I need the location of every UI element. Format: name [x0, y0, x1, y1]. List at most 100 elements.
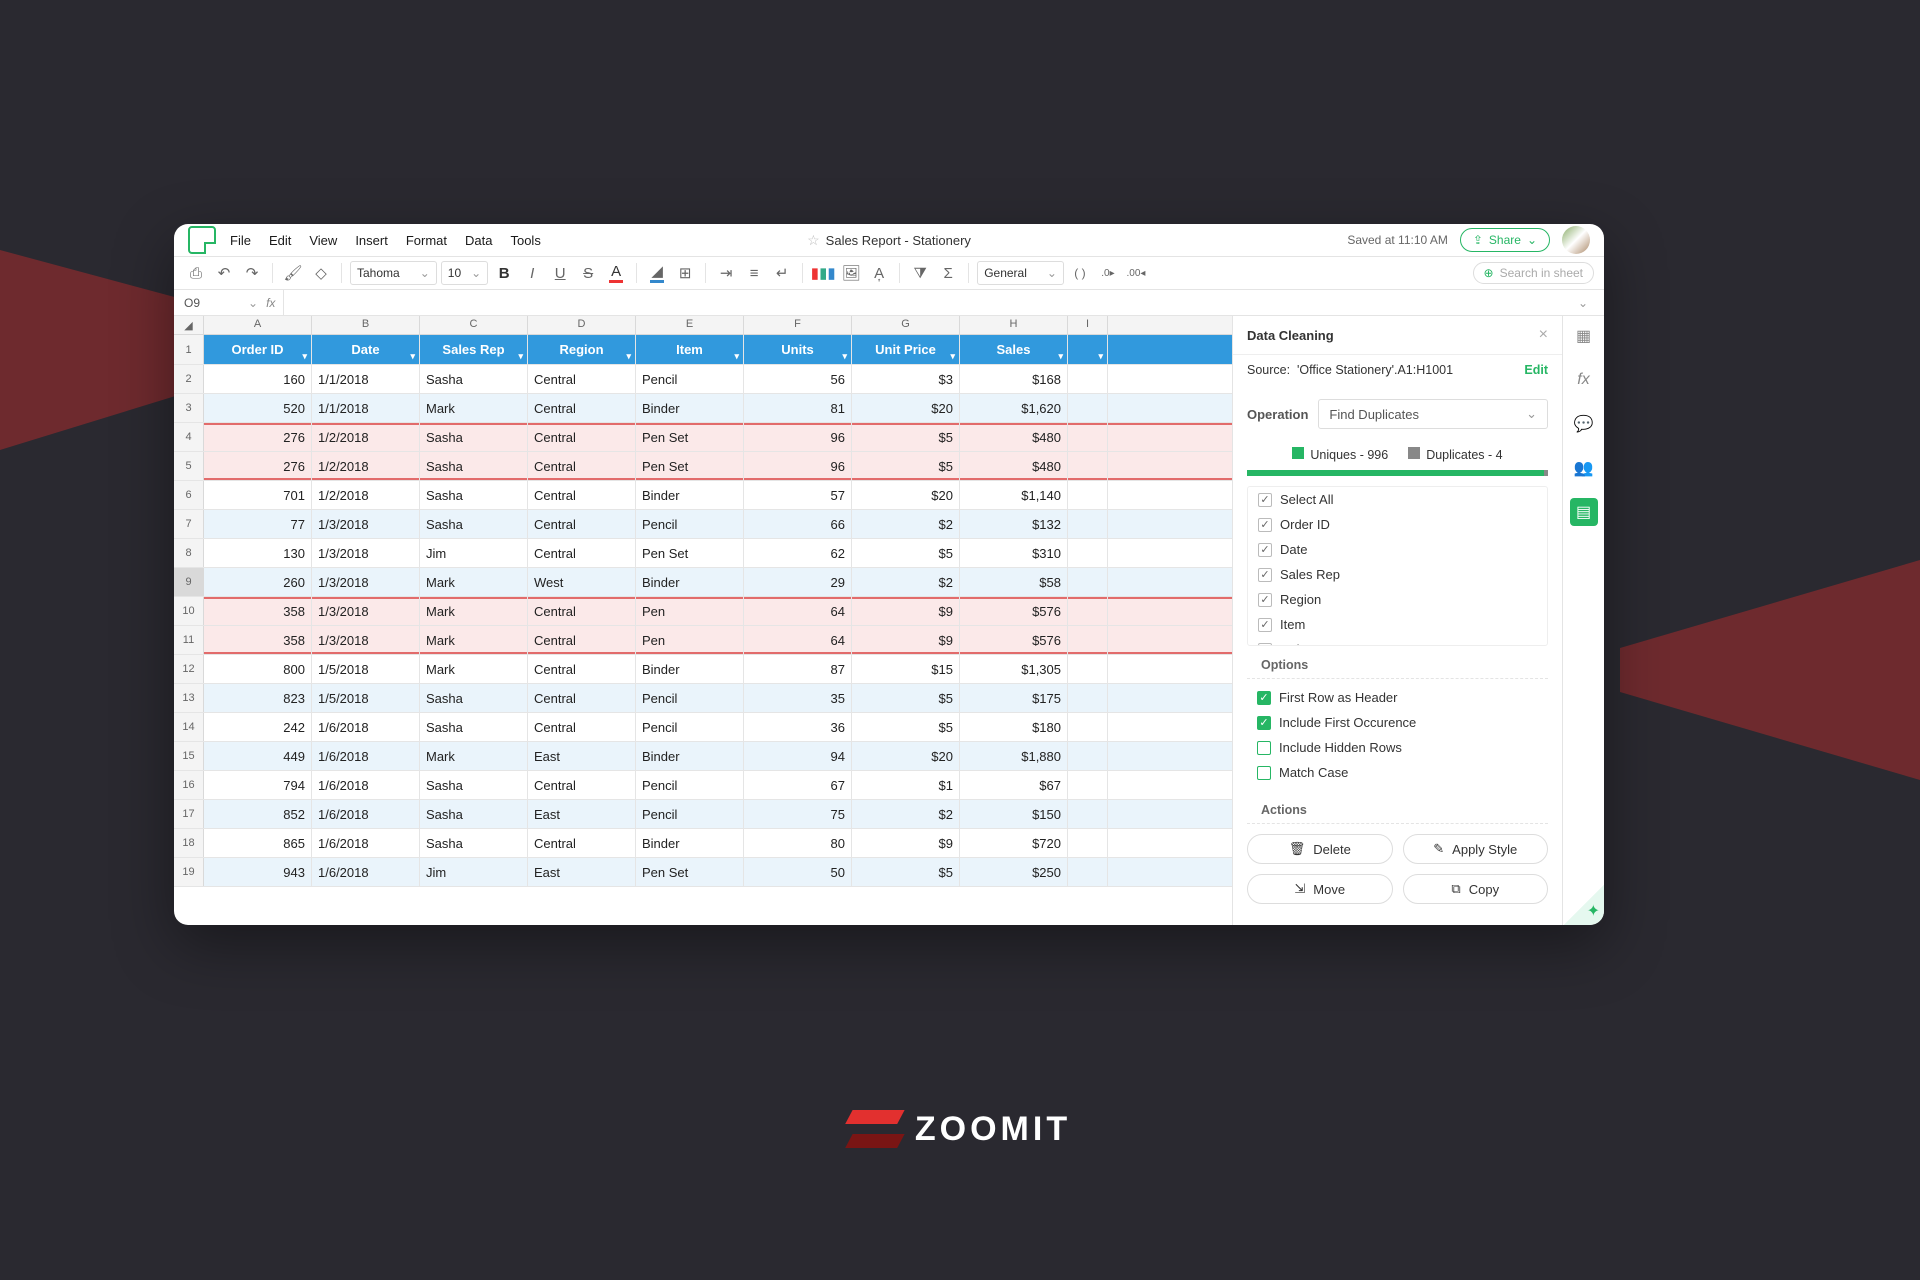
- menu-insert[interactable]: Insert: [355, 233, 388, 248]
- cell[interactable]: $58: [960, 568, 1068, 596]
- apply-style-button[interactable]: ✎Apply Style: [1403, 834, 1549, 864]
- cell[interactable]: 1/2/2018: [312, 452, 420, 480]
- align-icon[interactable]: ≡: [742, 261, 766, 285]
- cell[interactable]: 77: [204, 510, 312, 538]
- table-row[interactable]: 81301/3/2018JimCentralPen Set62$5$310: [174, 539, 1232, 568]
- borders-icon[interactable]: ⊞: [673, 261, 697, 285]
- share-button[interactable]: ⇪ Share ⌄: [1460, 228, 1550, 252]
- cell[interactable]: 96: [744, 423, 852, 451]
- cell[interactable]: 50: [744, 858, 852, 886]
- check-select-all[interactable]: Select All: [1248, 487, 1547, 512]
- cell[interactable]: $1: [852, 771, 960, 799]
- print-icon[interactable]: ⎙: [184, 261, 208, 285]
- rail-people-icon[interactable]: 👥: [1570, 454, 1598, 482]
- cell[interactable]: 1/3/2018: [312, 597, 420, 625]
- cell[interactable]: 276: [204, 452, 312, 480]
- filter-icon[interactable]: ⧩: [908, 261, 932, 285]
- rail-fx-icon[interactable]: fx: [1570, 366, 1598, 394]
- header-sales[interactable]: Sales: [960, 335, 1068, 364]
- cell[interactable]: 260: [204, 568, 312, 596]
- cell[interactable]: 358: [204, 597, 312, 625]
- rail-clean-icon[interactable]: ▤: [1570, 498, 1598, 526]
- cell[interactable]: Mark: [420, 568, 528, 596]
- cell[interactable]: 1/6/2018: [312, 742, 420, 770]
- cell[interactable]: Sasha: [420, 829, 528, 857]
- menu-data[interactable]: Data: [465, 233, 492, 248]
- cell[interactable]: 865: [204, 829, 312, 857]
- chevron-down-icon[interactable]: ⌄: [248, 296, 258, 310]
- move-button[interactable]: ⇲Move: [1247, 874, 1393, 904]
- app-logo-icon[interactable]: [188, 226, 216, 254]
- cell[interactable]: 81: [744, 394, 852, 422]
- cell[interactable]: 57: [744, 481, 852, 509]
- col-D[interactable]: D: [528, 316, 636, 334]
- rail-pivot-icon[interactable]: ▦: [1570, 322, 1598, 350]
- cell[interactable]: Pencil: [636, 771, 744, 799]
- cell[interactable]: Sasha: [420, 452, 528, 480]
- cell[interactable]: Pen Set: [636, 423, 744, 451]
- cell[interactable]: 794: [204, 771, 312, 799]
- edit-source-button[interactable]: Edit: [1524, 363, 1548, 377]
- cell[interactable]: $180: [960, 713, 1068, 741]
- cell[interactable]: Sasha: [420, 423, 528, 451]
- table-row[interactable]: 7771/3/2018SashaCentralPencil66$2$132: [174, 510, 1232, 539]
- fx-icon[interactable]: fx: [266, 296, 275, 310]
- cell[interactable]: 62: [744, 539, 852, 567]
- menu-view[interactable]: View: [309, 233, 337, 248]
- col-F[interactable]: F: [744, 316, 852, 334]
- check-units[interactable]: Units: [1248, 637, 1547, 646]
- cell[interactable]: 276: [204, 423, 312, 451]
- fill-color-icon[interactable]: ◢: [645, 261, 669, 285]
- image-icon[interactable]: 🖼: [839, 261, 863, 285]
- cell[interactable]: 1/1/2018: [312, 365, 420, 393]
- cell[interactable]: Central: [528, 829, 636, 857]
- chart-icon[interactable]: ▮▮▮: [811, 261, 835, 285]
- cell[interactable]: 29: [744, 568, 852, 596]
- cell[interactable]: Central: [528, 539, 636, 567]
- cell[interactable]: Jim: [420, 539, 528, 567]
- cell[interactable]: Central: [528, 481, 636, 509]
- cell[interactable]: 56: [744, 365, 852, 393]
- cell[interactable]: 1/5/2018: [312, 684, 420, 712]
- cell[interactable]: $2: [852, 568, 960, 596]
- cell[interactable]: 87: [744, 655, 852, 683]
- cell[interactable]: $9: [852, 597, 960, 625]
- opt-hidden-rows[interactable]: Include Hidden Rows: [1247, 735, 1548, 760]
- formula-input[interactable]: [283, 290, 1564, 315]
- cell[interactable]: Mark: [420, 394, 528, 422]
- cell[interactable]: 1/3/2018: [312, 626, 420, 654]
- col-E[interactable]: E: [636, 316, 744, 334]
- cell[interactable]: $1,305: [960, 655, 1068, 683]
- cell[interactable]: Central: [528, 713, 636, 741]
- cell[interactable]: $20: [852, 742, 960, 770]
- cell[interactable]: Pencil: [636, 365, 744, 393]
- header-units[interactable]: Units: [744, 335, 852, 364]
- menu-tools[interactable]: Tools: [510, 233, 540, 248]
- redo-icon[interactable]: ↷: [240, 261, 264, 285]
- wrap-icon[interactable]: ↵: [770, 261, 794, 285]
- undo-icon[interactable]: ↶: [212, 261, 236, 285]
- cell[interactable]: 520: [204, 394, 312, 422]
- cell[interactable]: 1/1/2018: [312, 394, 420, 422]
- copy-button[interactable]: ⧉Copy: [1403, 874, 1549, 904]
- cell[interactable]: 66: [744, 510, 852, 538]
- strike-icon[interactable]: S: [576, 261, 600, 285]
- cell[interactable]: Central: [528, 626, 636, 654]
- cell[interactable]: 1/5/2018: [312, 655, 420, 683]
- opt-match-case[interactable]: Match Case: [1247, 760, 1548, 785]
- cell[interactable]: Binder: [636, 742, 744, 770]
- cell[interactable]: $2: [852, 510, 960, 538]
- check-item[interactable]: Item: [1248, 612, 1547, 637]
- cell[interactable]: 1/6/2018: [312, 771, 420, 799]
- cell[interactable]: $5: [852, 423, 960, 451]
- col-B[interactable]: B: [312, 316, 420, 334]
- cell[interactable]: Central: [528, 423, 636, 451]
- menu-file[interactable]: File: [230, 233, 251, 248]
- cell[interactable]: 1/2/2018: [312, 481, 420, 509]
- operation-select[interactable]: Find Duplicates: [1318, 399, 1548, 429]
- cell[interactable]: $9: [852, 626, 960, 654]
- cell[interactable]: 96: [744, 452, 852, 480]
- cell[interactable]: $3: [852, 365, 960, 393]
- col-C[interactable]: C: [420, 316, 528, 334]
- cell[interactable]: Pencil: [636, 510, 744, 538]
